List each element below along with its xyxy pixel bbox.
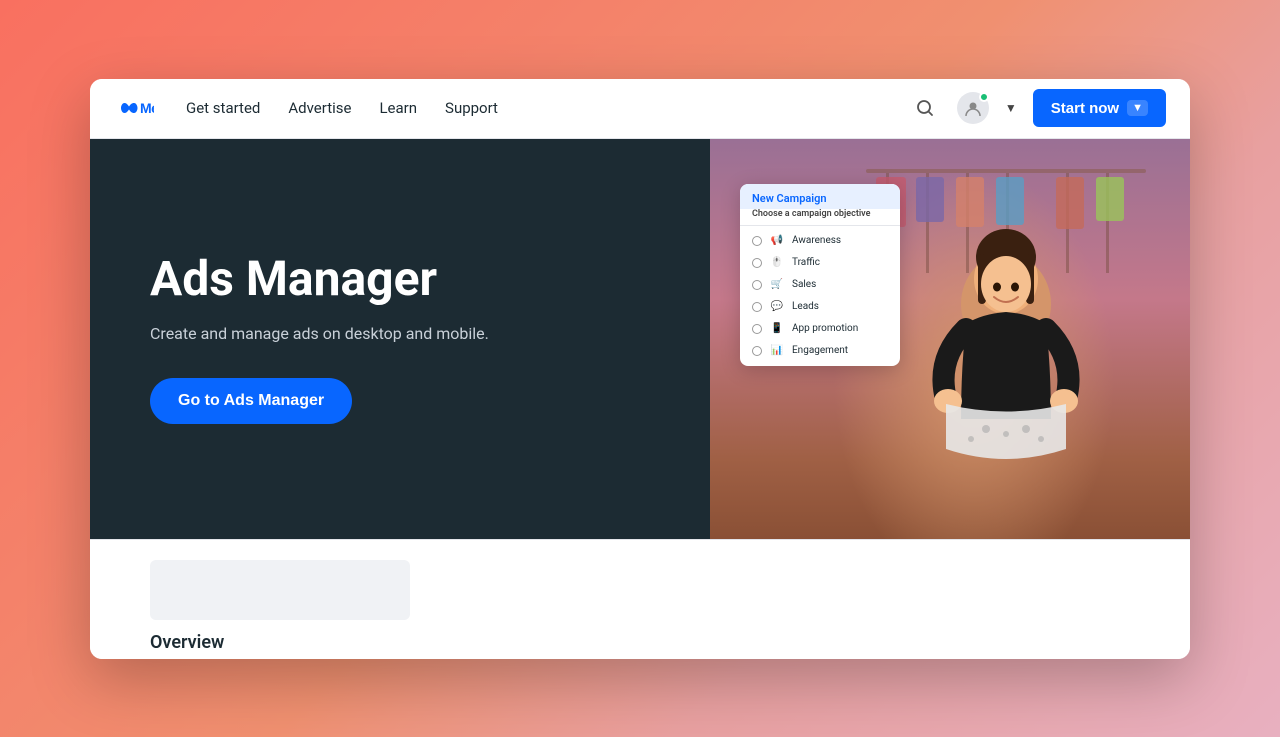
bottom-left-area: Overview [150,560,410,653]
popup-item-awareness[interactable]: 📢 Awareness [740,230,900,252]
go-to-ads-manager-button[interactable]: Go to Ads Manager [150,378,352,424]
traffic-label: Traffic [792,257,820,268]
sales-icon: 🛒 [770,278,784,292]
hero-content: Ads Manager Create and manage ads on des… [90,253,549,424]
logo-area[interactable]: Meta [114,96,154,120]
radio-sales[interactable] [752,280,762,290]
navigation: Meta Get started Advertise Learn Support [90,79,1190,139]
svg-text:Meta: Meta [140,100,154,116]
engagement-icon: 📊 [770,344,784,358]
radio-awareness[interactable] [752,236,762,246]
start-now-button[interactable]: Start now ▼ [1033,89,1166,127]
nav-learn[interactable]: Learn [379,99,417,117]
hero-section: Ads Manager Create and manage ads on des… [90,139,1190,539]
search-icon[interactable] [909,92,941,124]
avatar-chevron-icon[interactable]: ▼ [1005,101,1017,115]
nav-links: Get started Advertise Learn Support [186,99,909,117]
person-illustration [866,139,1146,539]
popup-item-traffic[interactable]: 🖱️ Traffic [740,252,900,274]
meta-logo: Meta [114,96,154,120]
campaign-popup: New Campaign Choose a campaign objective… [740,184,900,366]
popup-item-leads[interactable]: 💬 Leads [740,296,900,318]
nav-right-area: ▼ Start now ▼ [909,89,1166,127]
user-avatar[interactable] [957,92,989,124]
awareness-label: Awareness [792,235,841,246]
overview-label: Overview [150,632,410,653]
meta-logo-svg: Meta [114,96,154,120]
hero-subtitle: Create and manage ads on desktop and mob… [150,322,489,346]
start-now-label: Start now [1051,100,1119,117]
browser-window: Meta Get started Advertise Learn Support [90,79,1190,659]
bottom-card [150,560,410,620]
hero-image: New Campaign Choose a campaign objective… [710,139,1190,539]
popup-header: New Campaign [740,184,900,209]
radio-leads[interactable] [752,302,762,312]
hero-title: Ads Manager [150,253,489,306]
radio-traffic[interactable] [752,258,762,268]
radio-engagement[interactable] [752,346,762,356]
app-promotion-icon: 📱 [770,322,784,336]
traffic-icon: 🖱️ [770,256,784,270]
popup-items-list: 📢 Awareness 🖱️ Traffic 🛒 Sales [740,226,900,366]
leads-icon: 💬 [770,300,784,314]
start-now-chevron-icon: ▼ [1127,100,1148,116]
nav-get-started[interactable]: Get started [186,99,260,117]
avatar-badge [979,92,989,102]
popup-item-sales[interactable]: 🛒 Sales [740,274,900,296]
bottom-section: Overview [90,539,1190,659]
radio-app-promotion[interactable] [752,324,762,334]
sales-label: Sales [792,279,816,290]
awareness-icon: 📢 [770,234,784,248]
leads-label: Leads [792,301,819,312]
popup-item-engagement[interactable]: 📊 Engagement [740,340,900,362]
engagement-label: Engagement [792,345,848,356]
nav-support[interactable]: Support [445,99,498,117]
app-promotion-label: App promotion [792,323,858,334]
popup-objective-subtitle: Choose a campaign objective [740,209,900,226]
popup-item-app-promotion[interactable]: 📱 App promotion [740,318,900,340]
nav-advertise[interactable]: Advertise [288,99,351,117]
popup-new-campaign-label: New Campaign [752,192,888,205]
